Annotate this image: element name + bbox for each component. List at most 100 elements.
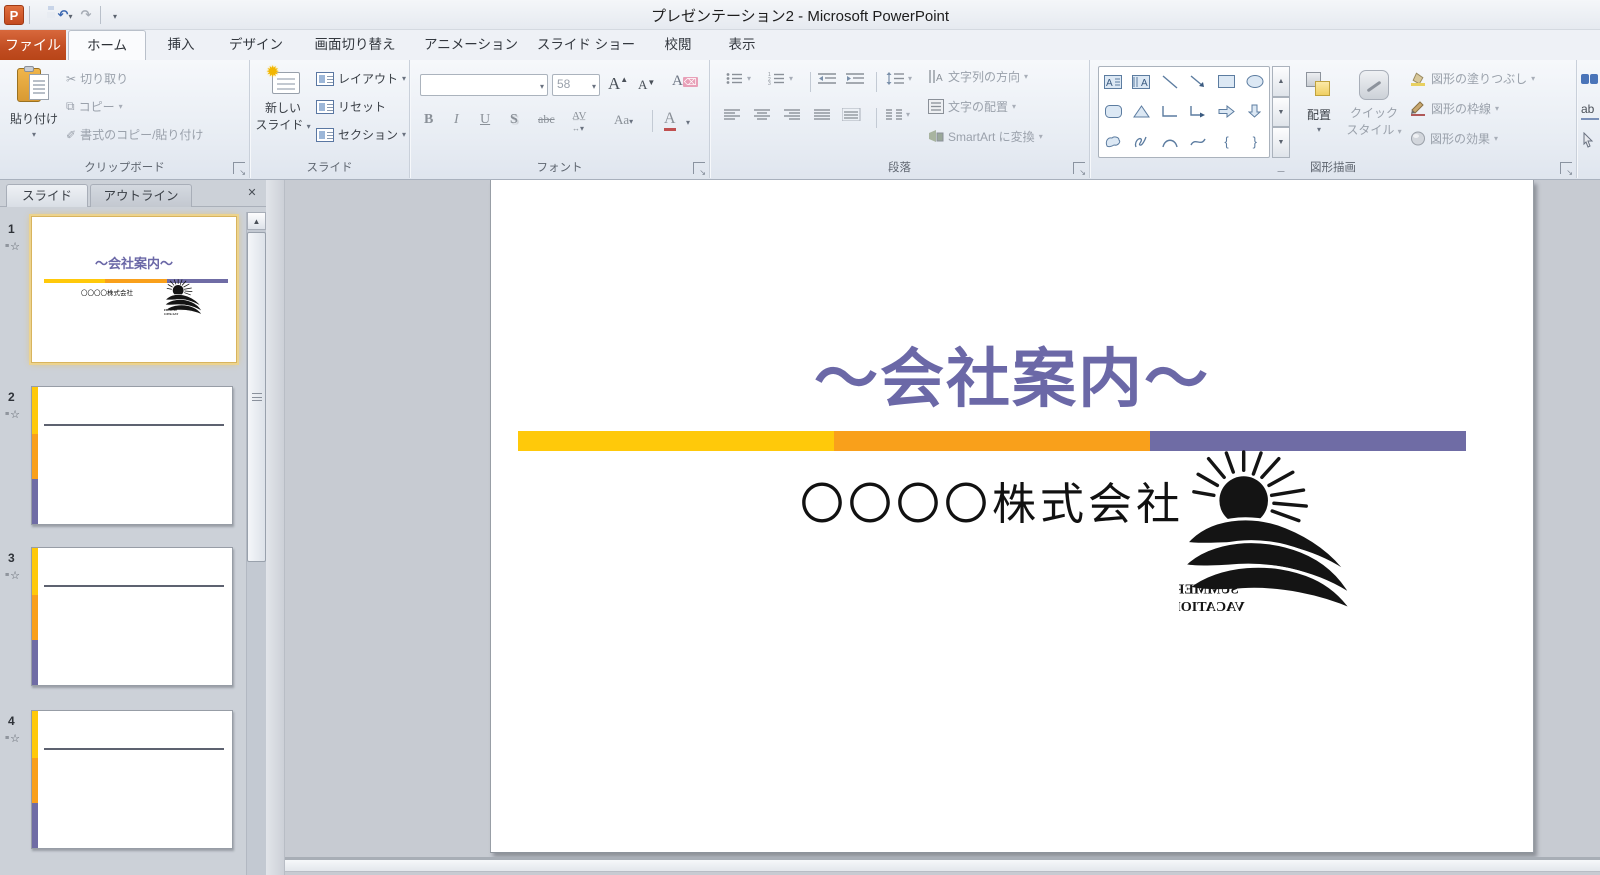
layout-button[interactable]: レイアウト▾ [316,70,406,87]
tab-transitions[interactable]: 画面切り替え [300,30,410,60]
distribute-button[interactable] [842,108,861,121]
shape-oval-icon[interactable] [1241,67,1269,97]
scrollbar-thumb[interactable] [247,232,266,562]
shape-textbox-icon[interactable]: A [1099,67,1127,97]
font-color-dropdown[interactable]: ▾ [686,114,690,130]
align-text-button[interactable]: 文字の配置▾ [928,98,1016,115]
arrange-button[interactable]: 配置 ▾ [1296,68,1342,158]
clear-formatting-button[interactable]: A⌫ [672,73,698,90]
bold-button[interactable]: B [424,112,433,128]
slide-canvas[interactable]: ～会社案内～ 〇〇〇〇株式会社 [490,180,1534,853]
scrollbar-up-arrow[interactable]: ▲ [247,212,266,230]
font-name-combo[interactable]: ▾ [420,74,548,96]
shape-rounded-rectangle-icon[interactable] [1099,97,1127,127]
increase-indent-icon [846,72,864,85]
slide-thumbnail-2[interactable] [31,386,233,525]
replace-button[interactable]: ab [1581,102,1599,120]
italic-button[interactable]: I [454,112,459,128]
slide-accent-bar[interactable] [518,431,1466,451]
panel-tab-outline[interactable]: アウトライン [90,184,192,207]
clipboard-dialog-launcher[interactable] [233,162,245,174]
shape-gallery[interactable]: A A { } [1098,66,1270,158]
slide-thumbnail-3[interactable] [31,547,233,686]
convert-smartart-button[interactable]: SmartArt に変換▾ [928,128,1043,145]
shape-vertical-textbox-icon[interactable]: A [1127,67,1155,97]
slide-thumbnail-1[interactable]: ～会社案内～ 〇〇〇〇株式会社 [31,216,237,363]
text-shadow-button[interactable]: S [510,112,518,128]
select-button[interactable] [1581,132,1600,150]
reset-button[interactable]: リセット [316,98,386,115]
panel-tab-slides[interactable]: スライド [6,184,88,207]
animation-indicator-icon[interactable]: ☆ [5,569,20,582]
shape-line-icon[interactable] [1156,67,1184,97]
copy-button[interactable]: ⧉ コピー▾ [66,98,123,115]
slide-title[interactable]: ～会社案内～ [531,328,1493,420]
shape-arc-icon[interactable] [1156,126,1184,157]
align-left-button[interactable] [724,108,741,121]
tab-insert[interactable]: 挿入 [150,30,212,60]
numbering-button[interactable]: 123 ▾ [768,72,793,85]
shape-scribble-icon[interactable] [1127,126,1155,157]
company-logo[interactable]: SUMMER VACATION [1179,450,1361,620]
section-button[interactable]: セクション▾ [316,126,406,143]
paste-button[interactable]: 貼り付け ▾ [6,64,62,158]
character-spacing-button[interactable]: A̲V̲↔▾ [572,110,586,134]
animation-indicator-icon[interactable]: ☆ [5,732,20,745]
tab-view[interactable]: 表示 [712,30,772,60]
shape-right-brace-icon[interactable]: } [1241,126,1269,157]
gallery-down-button[interactable]: ▼ [1272,97,1290,128]
slide-thumbnail-4[interactable] [31,710,233,849]
shape-left-brace-icon[interactable]: { [1212,126,1240,157]
align-right-button[interactable] [784,108,801,121]
gallery-more-button[interactable]: ▼— [1272,127,1290,158]
increase-indent-button[interactable] [846,72,864,85]
shape-elbow-connector-icon[interactable] [1156,97,1184,127]
shape-elbow-arrow-icon[interactable] [1184,97,1212,127]
shape-curve-icon[interactable] [1184,126,1212,157]
animation-indicator-icon[interactable]: ☆ [5,408,20,421]
find-button[interactable] [1581,72,1600,90]
strikethrough-button[interactable]: abc [538,112,555,127]
shape-right-arrow-icon[interactable] [1212,97,1240,127]
shape-effects-button[interactable]: 図形の効果▾ [1410,130,1498,147]
animation-indicator-icon[interactable]: ☆ [5,240,20,253]
tab-file[interactable]: ファイル [0,30,66,60]
font-dialog-launcher[interactable] [693,162,705,174]
font-size-combo[interactable]: 58▾ [552,74,600,96]
shape-freeform-icon[interactable] [1099,126,1127,157]
underline-button[interactable]: U [480,112,490,128]
shape-rectangle-icon[interactable] [1212,67,1240,97]
quick-styles-button[interactable]: クイック スタイル ▾ [1346,68,1402,158]
shape-fill-button[interactable]: 図形の塗りつぶし▾ [1410,70,1535,87]
notes-pane-splitter[interactable] [285,860,1600,872]
bullets-button[interactable]: ▾ [726,72,751,85]
shape-down-arrow-icon[interactable] [1241,97,1269,127]
panel-splitter[interactable] [266,180,285,875]
tab-slideshow[interactable]: スライド ショー [530,30,642,60]
change-case-button[interactable]: Aa▾ [614,112,633,128]
tab-animations[interactable]: アニメーション [418,30,524,60]
tab-home[interactable]: ホーム [68,30,146,60]
drawing-dialog-launcher[interactable] [1560,162,1572,174]
shape-arrow-icon[interactable] [1184,67,1212,97]
new-slide-button[interactable]: ✹ 新しい スライド ▾ [254,66,312,158]
shape-outline-button[interactable]: 図形の枠線▾ [1410,100,1499,117]
columns-button[interactable]: ▾ [886,108,910,121]
line-spacing-button[interactable]: ▾ [886,72,912,85]
cut-button[interactable]: ✂ 切り取り [66,70,128,87]
decrease-indent-button[interactable] [818,72,836,85]
font-color-button[interactable]: A [664,110,676,131]
gallery-up-button[interactable]: ▲ [1272,66,1290,97]
align-center-button[interactable] [754,108,771,121]
format-painter-button[interactable]: ✐ 書式のコピー/貼り付け [66,126,203,143]
panel-scrollbar[interactable]: ▲ [246,212,266,875]
panel-close-button[interactable]: ✕ [244,186,260,202]
tab-review[interactable]: 校閲 [648,30,708,60]
grow-font-button[interactable]: A▲ [608,74,628,94]
justify-button[interactable] [814,108,831,121]
text-direction-button[interactable]: A 文字列の方向▾ [928,68,1028,85]
shape-triangle-icon[interactable] [1127,97,1155,127]
shrink-font-button[interactable]: A▼ [638,77,655,93]
tab-design[interactable]: デザイン [216,30,296,60]
paragraph-dialog-launcher[interactable] [1073,162,1085,174]
